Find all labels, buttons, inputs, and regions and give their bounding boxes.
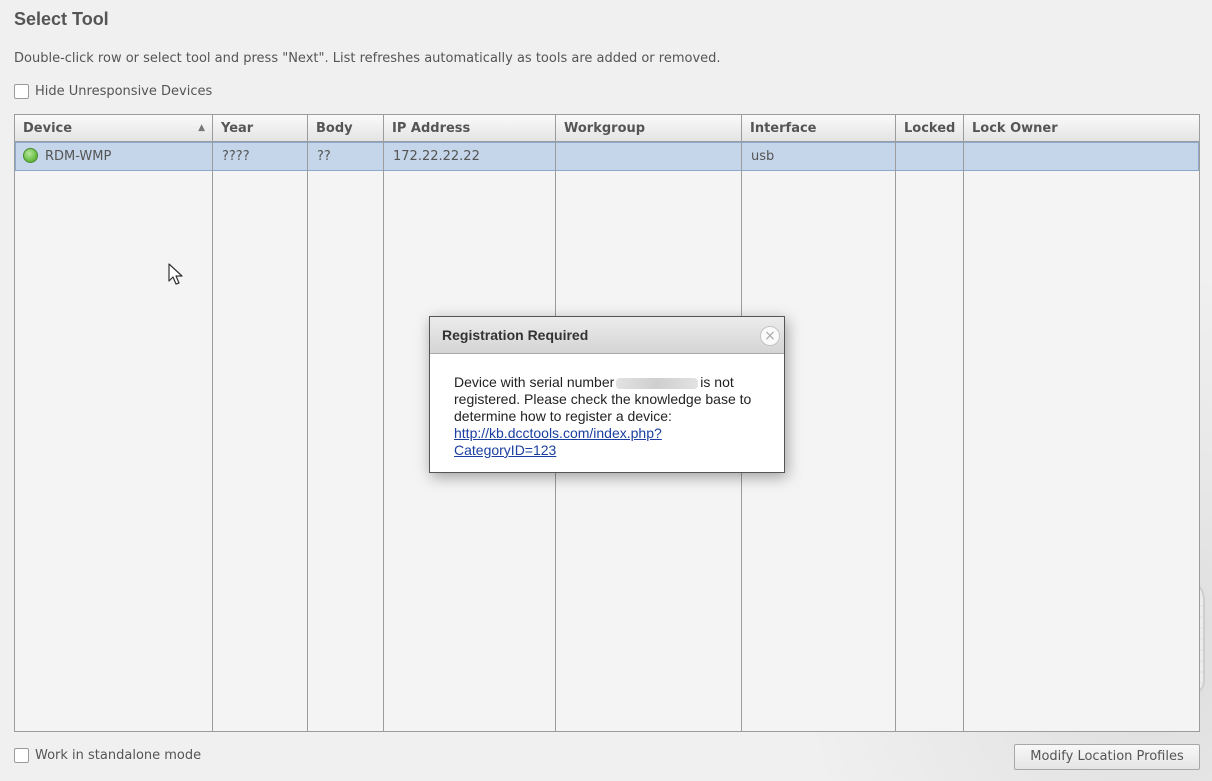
cell-lock-owner <box>965 143 1202 170</box>
dialog-title: Registration Required <box>442 327 589 343</box>
instructions-text: Double-click row or select tool and pres… <box>14 51 721 66</box>
column-divider <box>15 115 213 731</box>
message-text: Device with serial number <box>454 374 615 390</box>
link-line: http://kb.dcctools.com/index.php? <box>454 425 662 441</box>
checkbox-box[interactable] <box>14 84 29 99</box>
knowledge-base-link[interactable]: http://kb.dcctools.com/index.php? Catego… <box>454 425 764 459</box>
registration-dialog: Registration Required × Device with seri… <box>429 316 785 473</box>
standalone-mode-checkbox[interactable]: Work in standalone mode <box>14 748 201 763</box>
modify-location-profiles-button[interactable]: Modify Location Profiles <box>1014 744 1200 770</box>
column-header-lock-owner[interactable]: Lock Owner <box>964 115 1201 142</box>
dialog-header: Registration Required × <box>430 317 784 354</box>
dialog-message: Device with serial number is not register… <box>454 374 764 459</box>
standalone-mode-label: Work in standalone mode <box>35 748 202 763</box>
column-divider <box>308 115 384 731</box>
column-divider <box>896 115 964 731</box>
link-line: CategoryID=123 <box>454 442 557 458</box>
hide-unresponsive-checkbox[interactable]: Hide Unresponsive Devices <box>14 84 212 99</box>
mouse-pointer-icon <box>168 263 183 285</box>
page-title: Select Tool <box>14 9 109 29</box>
redacted-serial <box>616 377 699 389</box>
close-icon[interactable]: × <box>760 326 780 346</box>
column-divider <box>213 115 308 731</box>
hide-unresponsive-label: Hide Unresponsive Devices <box>35 84 213 99</box>
checkbox-box[interactable] <box>14 748 29 763</box>
